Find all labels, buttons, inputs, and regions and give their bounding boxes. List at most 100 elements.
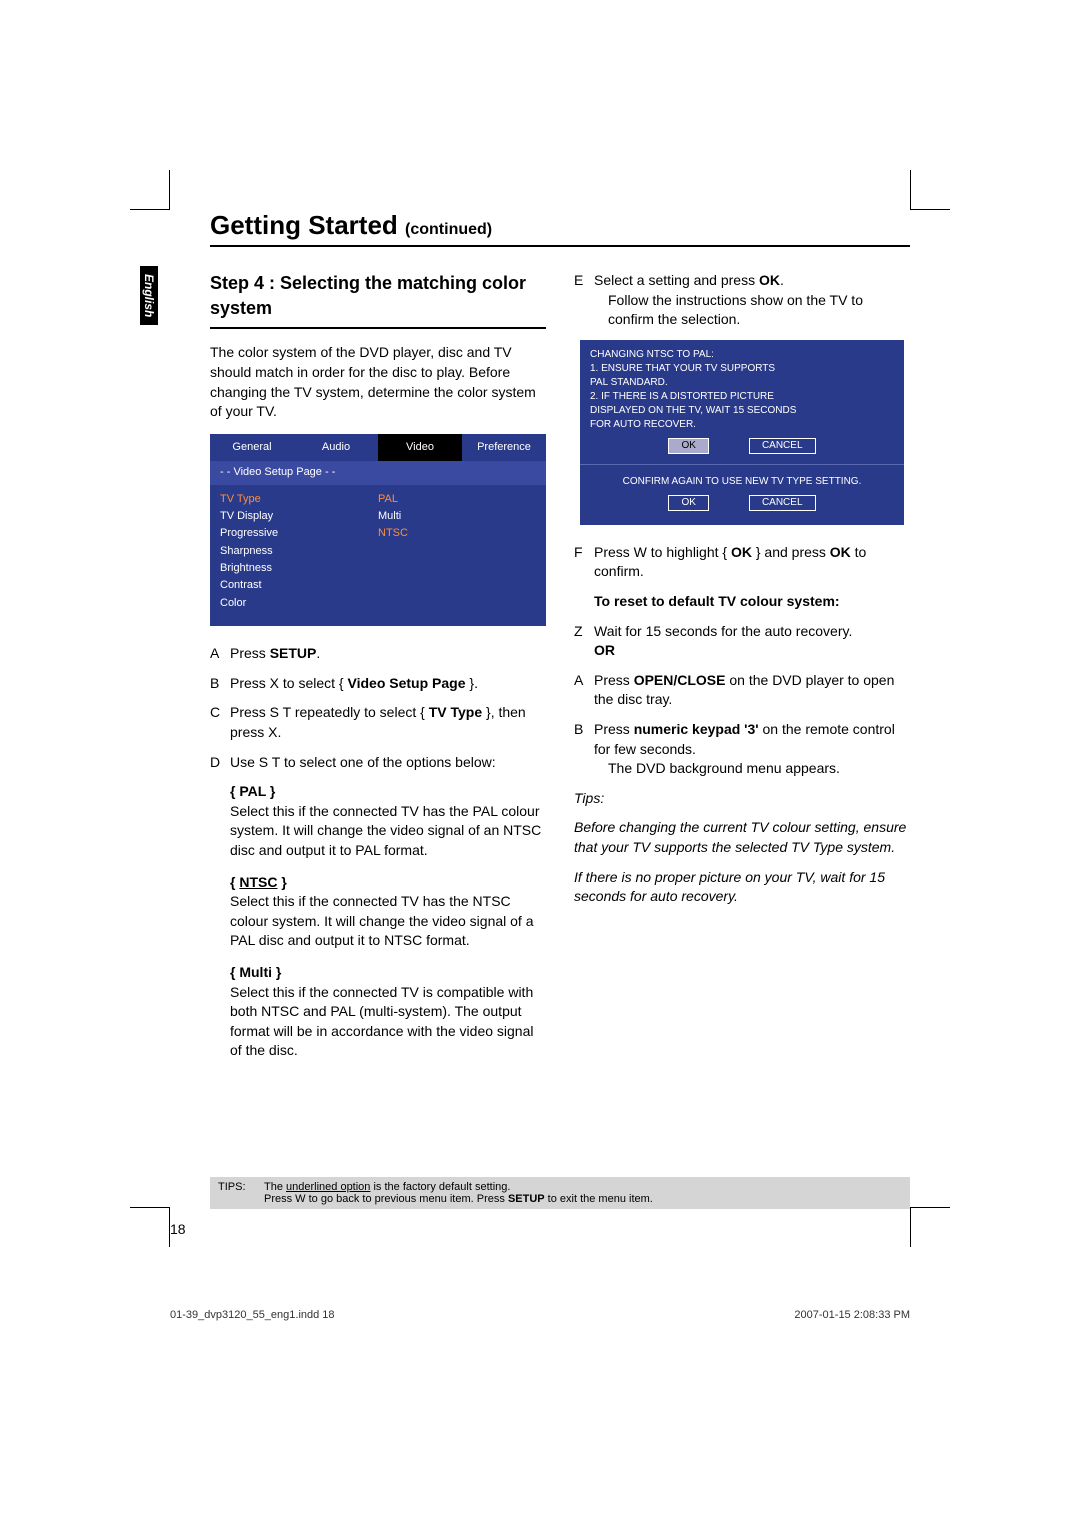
setup-row: Brightness (220, 560, 536, 577)
setup-value: NTSC (378, 526, 408, 541)
text: Wait for 15 seconds for the auto recover… (594, 623, 852, 639)
text-bold: OK (731, 544, 752, 560)
option-text: Select this if the connected TV has the … (230, 892, 546, 951)
setup-row: Contrast (220, 577, 536, 594)
tip-text: If there is no proper picture on your TV… (574, 868, 910, 907)
setup-tab-preference: Preference (462, 434, 546, 461)
step-a: APress SETUP. (210, 644, 546, 664)
crop-mark (910, 1207, 950, 1247)
text: The (264, 1181, 286, 1193)
text-bold: numeric keypad '3' (634, 721, 759, 737)
setup-label: Color (220, 596, 378, 611)
dialog-line: FOR AUTO RECOVER. (590, 418, 894, 432)
crop-mark (130, 1207, 170, 1247)
meta-filename: 01-39_dvp3120_55_eng1.indd 18 (170, 1309, 335, 1321)
tip-text: Before changing the current TV colour se… (574, 818, 910, 857)
step-f: FPress W to highlight { OK } and press O… (574, 543, 910, 582)
dialog-line: PAL STANDARD. (590, 376, 894, 390)
setup-value: Multi (378, 509, 401, 524)
text-sub: The DVD background menu appears. (608, 759, 910, 779)
option-text: Select this if the connected TV has the … (230, 802, 546, 861)
reset-heading: To reset to default TV colour system: (594, 593, 840, 609)
crop-mark (910, 170, 950, 210)
text: Select a setting and press (594, 272, 759, 288)
text: Press (594, 721, 634, 737)
setup-value: PAL (378, 492, 398, 507)
text: to exit the menu item. (545, 1193, 653, 1205)
setup-label: Contrast (220, 578, 378, 593)
option-multi: { Multi } Select this if the connected T… (230, 963, 546, 1061)
text-bold: SETUP (270, 645, 317, 661)
setup-label: Progressive (220, 526, 378, 541)
dialog-line: 1. ENSURE THAT YOUR TV SUPPORTS (590, 362, 894, 376)
dialog-line: DISPLAYED ON THE TV, WAIT 15 SECONDS (590, 404, 894, 418)
step-b: BPress X to select { Video Setup Page }. (210, 674, 546, 694)
step-b2: BPress numeric keypad '3' on the remote … (574, 720, 910, 779)
option-ntsc: { NTSC } Select this if the connected TV… (230, 873, 546, 951)
crop-mark (130, 170, 170, 210)
text: is the factory default setting. (370, 1181, 510, 1193)
text-bold: Video Setup Page (348, 675, 466, 691)
text: Press (594, 672, 634, 688)
footer-tips-bar: TIPS: The underlined option is the facto… (210, 1177, 910, 1209)
option-pal: { PAL } Select this if the connected TV … (230, 782, 546, 860)
text: . (316, 645, 320, 661)
footer-tips-label: TIPS: (218, 1181, 264, 1205)
step-z: ZWait for 15 seconds for the auto recove… (574, 622, 910, 661)
title-main: Getting Started (210, 210, 405, 240)
option-label-underlined: NTSC (239, 874, 277, 890)
setup-row: Color (220, 595, 536, 612)
text: Press (230, 645, 270, 661)
step-heading: Step 4 : Selecting the matching color sy… (210, 271, 546, 329)
step-d: DUse S T to select one of the options be… (210, 753, 546, 773)
dialog-cancel-button: CANCEL (749, 438, 816, 454)
setup-label: TV Display (220, 509, 378, 524)
text-bold: OPEN/CLOSE (634, 672, 726, 688)
dialog-ok-button: OK (668, 438, 708, 454)
setup-label: Sharpness (220, 544, 378, 559)
setup-tab-general: General (210, 434, 294, 461)
text: Use S T to select one of the options bel… (230, 753, 546, 773)
text-bold: TV Type (429, 704, 482, 720)
dialog-cancel-button: CANCEL (749, 495, 816, 511)
setup-menu-screenshot: General Audio Video Preference - - Video… (210, 434, 546, 627)
right-column: ESelect a setting and press OK.Follow th… (574, 271, 910, 1073)
text: Press W to go back to previous menu item… (264, 1193, 508, 1205)
step-e: ESelect a setting and press OK.Follow th… (574, 271, 910, 330)
setup-row: TV DisplayMulti (220, 508, 536, 525)
setup-tab-audio: Audio (294, 434, 378, 461)
footer-metadata: 01-39_dvp3120_55_eng1.indd 18 2007-01-15… (170, 1309, 910, 1321)
text-or: OR (594, 642, 615, 658)
step-intro: The color system of the DVD player, disc… (210, 343, 546, 421)
text: Press X to select { (230, 675, 348, 691)
page-number: 18 (170, 1221, 186, 1237)
option-label: { PAL } (230, 782, 546, 802)
text: . (780, 272, 784, 288)
page-title: Getting Started (continued) (210, 210, 910, 247)
text-underline: underlined option (286, 1181, 370, 1193)
dialog-line: 2. IF THERE IS A DISTORTED PICTURE (590, 390, 894, 404)
meta-timestamp: 2007-01-15 2:08:33 PM (794, 1309, 910, 1321)
title-continued: (continued) (405, 221, 492, 238)
setup-subhead: - - Video Setup Page - - (210, 461, 546, 484)
text-sub: Follow the instructions show on the TV t… (608, 291, 910, 330)
option-text: Select this if the connected TV is compa… (230, 983, 546, 1061)
dialog-screenshot: CHANGING NTSC TO PAL: 1. ENSURE THAT YOU… (580, 340, 904, 525)
setup-row: TV TypePAL (220, 491, 536, 508)
text-bold: SETUP (508, 1193, 545, 1205)
text-bold: OK (830, 544, 851, 560)
setup-label: TV Type (220, 492, 378, 507)
setup-row: ProgressiveNTSC (220, 525, 536, 542)
dialog-ok-button: OK (668, 495, 708, 511)
setup-label: Brightness (220, 561, 378, 576)
left-column: Step 4 : Selecting the matching color sy… (210, 271, 546, 1073)
text: Press W to highlight { (594, 544, 731, 560)
text: }. (466, 675, 478, 691)
text: Press S T repeatedly to select { (230, 704, 429, 720)
text: } and press (752, 544, 830, 560)
dialog-line: CHANGING NTSC TO PAL: (590, 348, 894, 362)
step-c: CPress S T repeatedly to select { TV Typ… (210, 703, 546, 742)
language-tab: English (140, 266, 158, 325)
option-label: { Multi } (230, 963, 546, 983)
step-a2: APress OPEN/CLOSE on the DVD player to o… (574, 671, 910, 710)
